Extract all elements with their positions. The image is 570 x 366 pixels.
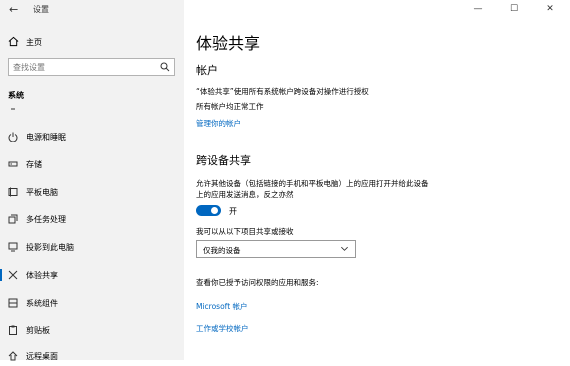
- sidebar-item-system-components[interactable]: 系统组件: [0, 293, 184, 313]
- sidebar-item-clipboard[interactable]: 剪贴板: [0, 320, 184, 340]
- window-controls: — ☐ ✕: [460, 0, 570, 18]
- sidebar-item-partial: [0, 105, 184, 115]
- sidebar-item-power[interactable]: 电源和睡眠: [0, 127, 184, 147]
- title-bar: ← 设置: [0, 0, 184, 18]
- sidebar-item-project[interactable]: 投影到此电脑: [0, 237, 184, 257]
- cross-device-toggle[interactable]: [196, 205, 221, 216]
- home-icon: [8, 36, 19, 47]
- sidebar-item-label: 多任务处理: [26, 215, 66, 224]
- multitasking-icon: [8, 214, 18, 224]
- accounts-status: 所有帐户均正常工作: [196, 102, 264, 111]
- sidebar-item-storage[interactable]: 存储: [0, 154, 184, 174]
- back-button[interactable]: ←: [9, 3, 18, 16]
- sidebar-item-label: 体验共享: [26, 271, 58, 280]
- accounts-description: “体验共享”使用所有系统帐户跨设备对操作进行授权: [196, 87, 369, 96]
- app-title: 设置: [33, 5, 49, 14]
- cross-device-description-line2: 上的应用发送消息，反之亦然: [196, 190, 294, 199]
- home-label: 主页: [26, 38, 42, 47]
- sidebar-item-remote-desktop[interactable]: 远程桌面: [0, 346, 184, 366]
- search-icon[interactable]: [160, 62, 170, 72]
- sidebar-item-label: 剪贴板: [26, 326, 50, 335]
- sidebar-item-label: 投影到此电脑: [26, 243, 74, 252]
- sidebar-item-multitasking[interactable]: 多任务处理: [0, 209, 184, 229]
- shared-experiences-icon: [8, 270, 18, 280]
- accounts-section-title: 帐户: [196, 64, 218, 77]
- storage-icon: [8, 161, 18, 167]
- system-components-icon: [8, 298, 18, 308]
- sidebar-item-label: 电源和睡眠: [26, 133, 66, 142]
- sidebar-item-tablet[interactable]: 平板电脑: [0, 182, 184, 202]
- dropdown-value: 仅我的设备: [203, 246, 241, 255]
- main-content: — ☐ ✕ 体验共享 帐户 “体验共享”使用所有系统帐户跨设备对操作进行授权 所…: [184, 0, 570, 360]
- manage-accounts-link[interactable]: 管理你的帐户: [196, 118, 241, 129]
- cross-device-description-line1: 允许其他设备（包括链接的手机和平板电脑）上的应用打开并给此设备: [196, 179, 429, 188]
- selection-indicator: [0, 269, 2, 281]
- sidebar-item-label: 存储: [26, 160, 42, 169]
- search-box[interactable]: [8, 58, 175, 76]
- minimize-button[interactable]: —: [460, 0, 496, 18]
- close-button[interactable]: ✕: [532, 0, 568, 18]
- page-title: 体验共享: [196, 34, 261, 53]
- project-icon: [8, 242, 18, 252]
- share-scope-dropdown[interactable]: 仅我的设备: [196, 240, 356, 258]
- toggle-knob: [211, 207, 218, 214]
- sidebar-item-label: 系统组件: [26, 299, 58, 308]
- search-input[interactable]: [13, 61, 153, 73]
- power-icon: [8, 132, 18, 142]
- sidebar-item-label: 平板电脑: [26, 188, 58, 197]
- sidebar: ← 设置 主页 系统 电源和睡眠 存储: [0, 0, 184, 361]
- sidebar-item-shared-experiences[interactable]: 体验共享: [0, 265, 184, 285]
- cross-device-section-title: 跨设备共享: [196, 154, 251, 167]
- chevron-down-icon: [341, 246, 348, 251]
- section-header-system: 系统: [8, 91, 24, 100]
- share-from-label: 我可以从以下项目共享或接收: [196, 227, 294, 236]
- microsoft-account-link[interactable]: Microsoft 帐户: [196, 301, 248, 312]
- sidebar-item-label: 远程桌面: [26, 352, 58, 361]
- tablet-icon: [8, 187, 18, 197]
- maximize-button[interactable]: ☐: [496, 0, 532, 18]
- home-nav[interactable]: 主页: [0, 32, 184, 52]
- partial-icon: [11, 108, 15, 110]
- work-school-account-link[interactable]: 工作或学校帐户: [196, 323, 249, 334]
- access-heading: 查看你已授予访问权限的应用和服务:: [196, 278, 319, 287]
- toggle-state-label: 开: [229, 207, 237, 216]
- clipboard-icon: [9, 325, 17, 335]
